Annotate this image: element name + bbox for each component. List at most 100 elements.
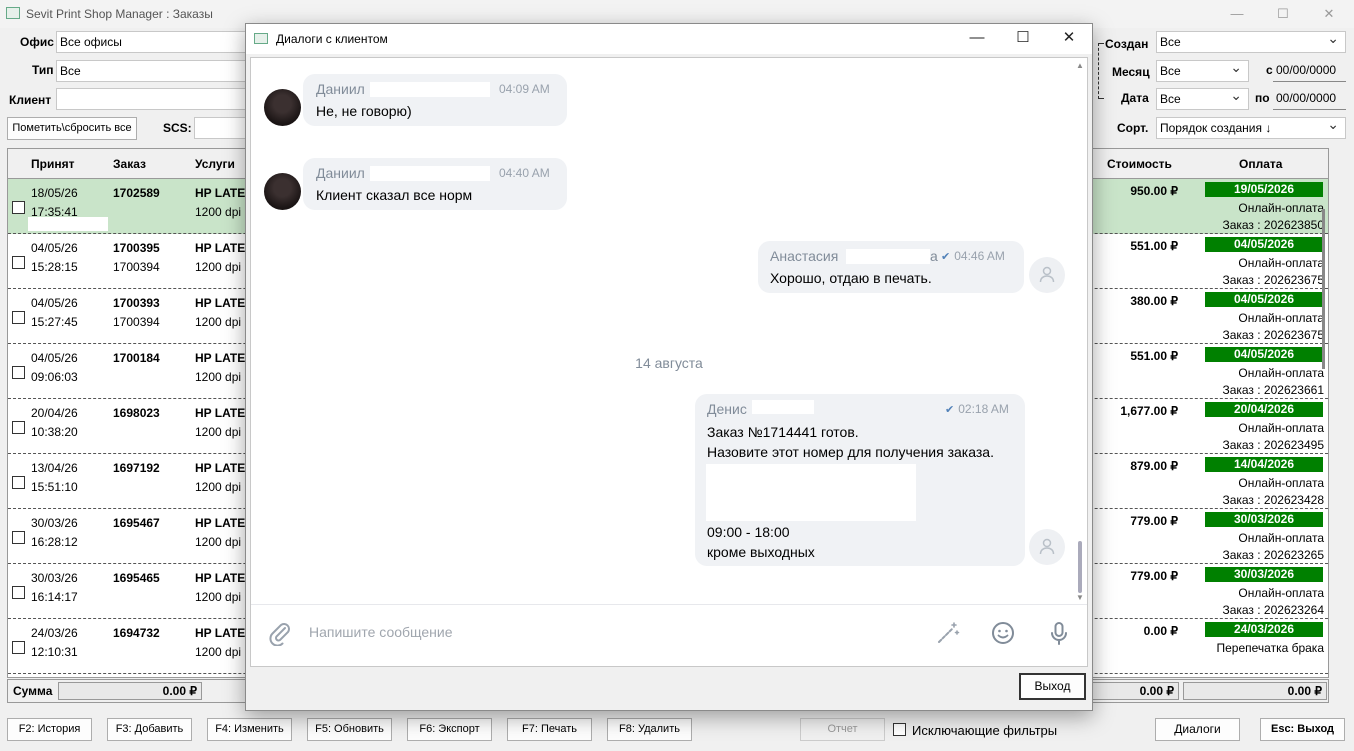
month-select[interactable]: Все — [1156, 60, 1249, 82]
type-select[interactable]: Все — [56, 60, 246, 82]
accepted-date: 04/05/26 — [31, 351, 78, 365]
dialog-close-button[interactable]: ✕ — [1046, 24, 1092, 54]
scroll-down-icon[interactable]: ▼ — [1076, 593, 1084, 602]
payment-reference: Заказ : 202623850 — [1222, 218, 1324, 232]
redacted-field — [706, 464, 916, 521]
row-checkbox[interactable] — [12, 201, 25, 214]
accepted-time: 16:28:12 — [31, 535, 78, 549]
message-line: Назовите этот номер для получения заказа… — [707, 444, 994, 460]
table-scrollbar[interactable] — [1320, 179, 1328, 677]
dialog-exit-button[interactable]: Выход — [1019, 673, 1086, 700]
service-name: HP LATE — [195, 186, 246, 200]
service-dpi: 1200 dpi — [195, 370, 242, 384]
accepted-time: 16:14:17 — [31, 590, 78, 604]
row-checkbox[interactable] — [12, 476, 25, 489]
dialog-maximize-button[interactable]: ☐ — [1000, 24, 1046, 54]
edit-button[interactable]: F4: Изменить — [207, 718, 292, 741]
accepted-time: 10:38:20 — [31, 425, 78, 439]
sort-select[interactable]: Порядок создания ↓ — [1156, 117, 1346, 139]
payment-reference: Заказ : 202623264 — [1222, 603, 1324, 617]
service-name: HP LATE — [195, 516, 246, 530]
row-checkbox[interactable] — [12, 421, 25, 434]
scroll-up-icon[interactable]: ▲ — [1076, 61, 1084, 70]
message-line: 09:00 - 18:00 — [707, 524, 790, 540]
message-text: Не, не говорю) — [316, 103, 412, 119]
emoji-icon[interactable] — [990, 620, 1016, 649]
payment-reference: Заказ : 202623428 — [1222, 493, 1324, 507]
delete-button[interactable]: F8: Удалить — [607, 718, 692, 741]
chat-scrollbar[interactable]: ▲ ▼ — [1073, 58, 1087, 603]
from-date-input[interactable]: 00/00/0000 — [1273, 60, 1346, 82]
row-checkbox[interactable] — [12, 256, 25, 269]
payment-date-badge: 24/03/2026 — [1205, 622, 1323, 637]
cost-value: 0.00 ₽ — [1143, 624, 1178, 638]
sum-label: Сумма — [13, 684, 53, 698]
history-button[interactable]: F2: История — [7, 718, 92, 741]
message-bubble: Анастасия а ✔ 04:46 AM Хорошо, отдаю в пе… — [758, 241, 1024, 293]
row-checkbox[interactable] — [12, 586, 25, 599]
payment-method: Онлайн-оплата — [1238, 476, 1324, 490]
redacted-field — [752, 400, 814, 414]
exclusive-filters-label: Исключающие фильтры — [912, 723, 1058, 738]
app-icon — [6, 7, 20, 19]
sender-name: Денис — [707, 401, 747, 417]
refresh-button[interactable]: F5: Обновить — [307, 718, 392, 741]
client-input[interactable] — [56, 88, 246, 110]
row-checkbox[interactable] — [12, 531, 25, 544]
magic-wand-icon[interactable] — [935, 620, 961, 649]
report-button[interactable]: Отчет — [800, 718, 885, 741]
message-input[interactable]: Напишите сообщение — [309, 624, 453, 640]
office-label: Офис — [20, 35, 54, 49]
order-number: 1695467 — [113, 516, 160, 530]
default-avatar-icon — [1029, 529, 1065, 565]
exit-main-button[interactable]: Esc: Выход — [1260, 718, 1345, 741]
scs-input[interactable] — [194, 117, 246, 139]
maximize-button[interactable]: ☐ — [1260, 0, 1306, 28]
message-time: 04:40 AM — [499, 166, 550, 180]
col-cost[interactable]: Стоимость — [1107, 157, 1172, 171]
cost-value: 779.00 ₽ — [1130, 569, 1178, 583]
dialog-icon — [254, 33, 268, 44]
dialogs-button[interactable]: Диалоги — [1155, 718, 1240, 741]
dialog-title-bar: Диалоги с клиентом — ☐ ✕ — [246, 24, 1092, 54]
cost-value: 879.00 ₽ — [1130, 459, 1178, 473]
from-label: с — [1266, 63, 1273, 77]
scrollbar-thumb[interactable] — [1322, 209, 1325, 369]
user-avatar — [264, 89, 301, 126]
payment-method: Перепечатка брака — [1216, 641, 1324, 655]
row-checkbox[interactable] — [12, 366, 25, 379]
order-number: 1694732 — [113, 626, 160, 640]
accepted-date: 13/04/26 — [31, 461, 78, 475]
to-date-input[interactable]: 00/00/0000 — [1273, 88, 1346, 110]
chat-scrollbar-thumb[interactable] — [1078, 541, 1082, 593]
service-name: HP LATE — [195, 461, 246, 475]
accepted-time: 09:06:03 — [31, 370, 78, 384]
mark-all-button[interactable]: Пометить\сбросить все — [7, 117, 137, 140]
accepted-time: 15:28:15 — [31, 260, 78, 274]
export-button[interactable]: F6: Экспорт — [407, 718, 492, 741]
service-name: HP LATE — [195, 406, 246, 420]
col-accepted[interactable]: Принят — [31, 157, 74, 171]
col-payment[interactable]: Оплата — [1239, 157, 1282, 171]
created-select[interactable]: Все — [1156, 31, 1346, 53]
exclusive-filters-checkbox[interactable] — [893, 723, 906, 736]
row-checkbox[interactable] — [12, 641, 25, 654]
close-button[interactable]: ✕ — [1306, 0, 1352, 28]
print-button[interactable]: F7: Печать — [507, 718, 592, 741]
order-number: 1700393 — [113, 296, 160, 310]
row-checkbox[interactable] — [12, 311, 25, 324]
date-select[interactable]: Все — [1156, 88, 1249, 110]
payment-date-badge: 04/05/2026 — [1205, 292, 1323, 307]
message-time: 02:18 AM — [958, 402, 1009, 416]
attach-icon[interactable] — [267, 620, 293, 649]
service-dpi: 1200 dpi — [195, 480, 242, 494]
dialog-minimize-button[interactable]: — — [954, 24, 1000, 54]
microphone-icon[interactable] — [1046, 620, 1072, 649]
read-check-icon: ✔ — [945, 404, 955, 416]
accepted-date: 30/03/26 — [31, 516, 78, 530]
col-services[interactable]: Услуги — [195, 157, 235, 171]
minimize-button[interactable]: — — [1214, 0, 1260, 28]
col-order[interactable]: Заказ — [113, 157, 146, 171]
add-button[interactable]: F3: Добавить — [107, 718, 192, 741]
office-select[interactable]: Все офисы — [56, 31, 246, 53]
